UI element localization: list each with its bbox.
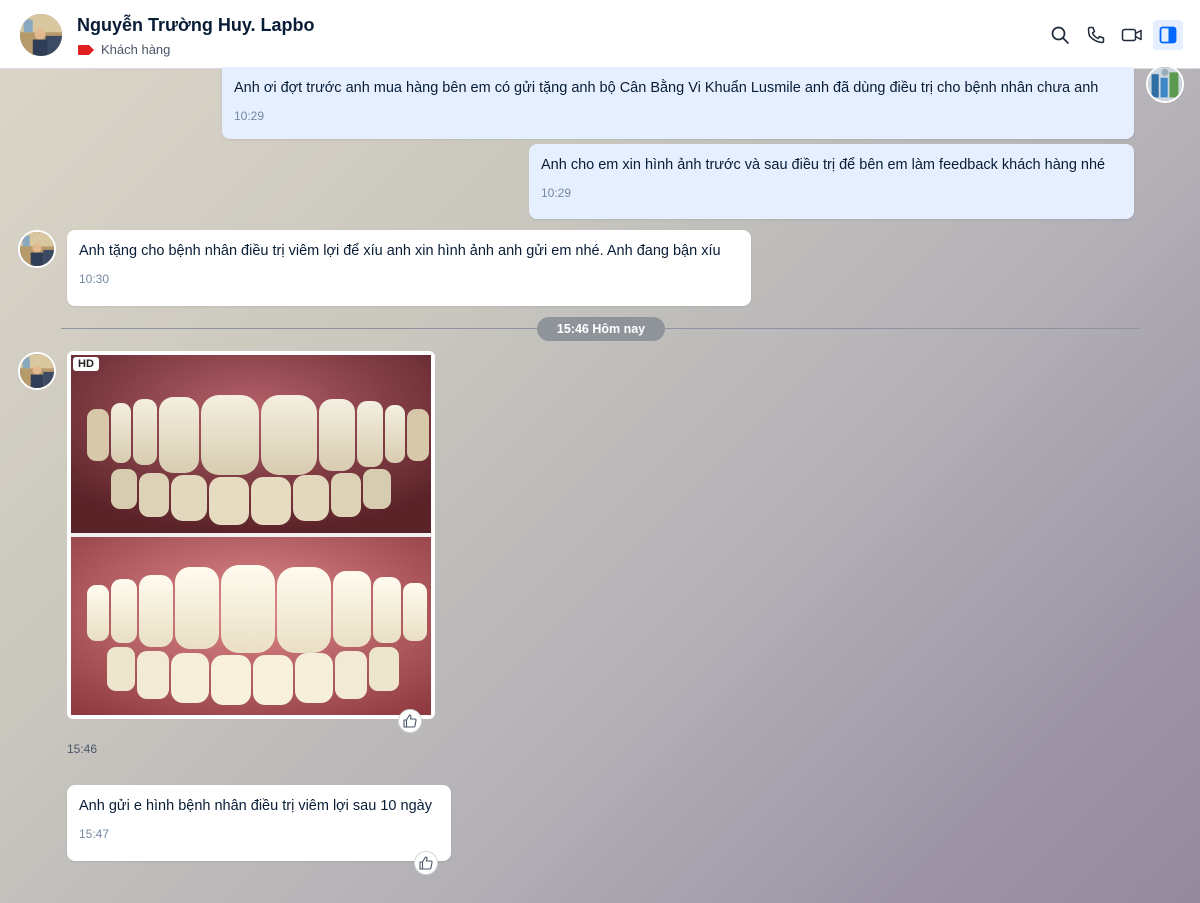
message-bubble-incoming[interactable]: Anh gửi e hình bệnh nhân điều trị viêm l… (67, 785, 451, 861)
tag-icon (78, 44, 94, 55)
call-button[interactable] (1081, 20, 1111, 50)
react-button[interactable] (398, 709, 422, 733)
search-icon (1051, 26, 1069, 44)
message-bubble-outgoing[interactable]: Anh cho em xin hình ảnh trước và sau điề… (529, 144, 1134, 219)
message-text: Anh gửi e hình bệnh nhân điều trị viêm l… (79, 798, 432, 814)
react-button[interactable] (414, 851, 438, 875)
contact-name: Nguyễn Trường Huy. Lapbo (77, 15, 315, 35)
message-time: 15:47 (79, 827, 110, 841)
chat-header: Nguyễn Trường Huy. Lapbo Khách hàng (0, 0, 1200, 69)
contact-avatar[interactable] (18, 12, 64, 58)
video-call-button[interactable] (1117, 20, 1147, 50)
thumbs-up-icon (419, 856, 433, 870)
image-message-time: 15:46 (67, 742, 98, 756)
contact-avatar[interactable] (18, 230, 56, 268)
date-divider-label: 15:46 Hôm nay (537, 317, 665, 341)
message-bubble-outgoing[interactable]: Anh ơi đợt trước anh mua hàng bên em có … (222, 67, 1134, 139)
message-time: 10:30 (79, 272, 110, 286)
contact-tag[interactable]: Khách hàng (78, 42, 170, 57)
search-button[interactable] (1045, 20, 1075, 50)
message-text: Anh cho em xin hình ảnh trước và sau điề… (541, 157, 1106, 173)
message-text: Anh ơi đợt trước anh mua hàng bên em có … (234, 80, 1099, 96)
teeth-before-after-photo[interactable] (71, 355, 431, 715)
message-time: 10:29 (234, 109, 265, 123)
image-message[interactable]: HD (67, 351, 435, 719)
message-text: Anh tặng cho bệnh nhân điều trị viêm lợi… (79, 243, 721, 259)
tag-label: Khách hàng (101, 42, 171, 57)
hd-badge: HD (73, 357, 99, 371)
contact-avatar[interactable] (18, 352, 56, 390)
my-avatar[interactable] (1146, 65, 1184, 103)
sidebar-toggle-icon (1159, 26, 1177, 44)
message-time: 10:29 (541, 186, 572, 200)
phone-icon (1087, 26, 1105, 44)
conversation-info-toggle[interactable] (1153, 20, 1183, 50)
video-icon (1121, 28, 1142, 42)
thumbs-up-icon (403, 714, 417, 728)
message-bubble-incoming[interactable]: Anh tặng cho bệnh nhân điều trị viêm lợi… (67, 230, 751, 306)
